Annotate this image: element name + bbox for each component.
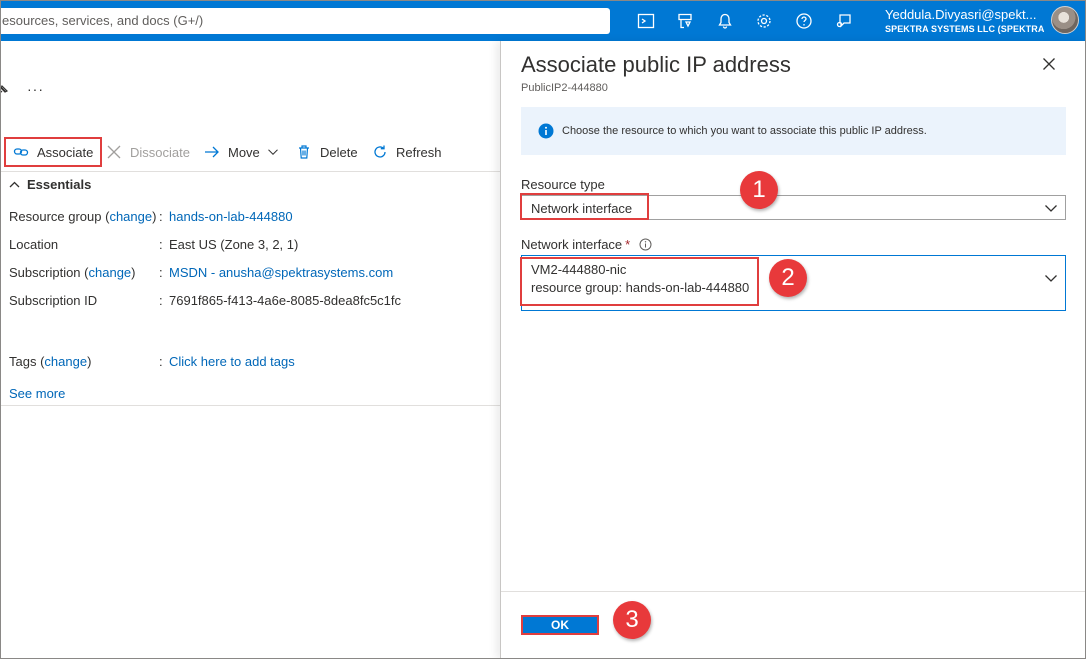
dissociate-button[interactable]: Dissociate [106,137,190,167]
subscription-id-label: Subscription ID [9,293,98,308]
tags-label: Tags [9,354,37,369]
resource-group-label: Resource group [9,209,102,224]
subscription-label: Subscription [9,265,81,280]
refresh-button[interactable]: Refresh [372,137,442,167]
trash-icon [299,145,309,159]
arrow-right-icon [205,146,219,158]
location-value: East US (Zone 3, 2, 1) [169,237,299,252]
resource-group-row: Resource group (change) : hands-on-lab-4… [9,209,293,224]
associate-button[interactable]: Associate [4,137,102,167]
chevron-down-icon [1045,205,1057,212]
chevron-down-icon [267,149,278,155]
divider [0,405,500,406]
refresh-label: Refresh [396,144,442,160]
refresh-icon [374,145,386,158]
delete-button[interactable]: Delete [296,137,358,167]
location-label: Location [9,237,59,252]
dissociate-label: Dissociate [130,144,190,160]
avatar[interactable] [1051,6,1079,34]
info-text: Choose the resource to which you want to… [562,125,927,137]
settings-icon[interactable] [751,8,777,34]
step-badge-1: 1 [740,171,778,209]
panel-subtitle: PublicIP2-444880 [521,82,608,94]
nic-label-text: Network interface [521,237,623,252]
feedback-icon[interactable] [831,8,857,34]
ok-button[interactable]: OK [521,615,599,635]
resource-group-value[interactable]: hands-on-lab-444880 [169,209,293,224]
divider [0,171,500,172]
move-label: Move [228,144,260,160]
user-name: Yeddula.Divyasri@spekt... [885,7,1037,22]
account-menu[interactable]: Yeddula.Divyasri@spekt... SPEKTRA SYSTEM… [885,6,1045,36]
resource-type-label: Resource type [521,177,605,192]
search-input[interactable]: esources, services, and docs (G+/) [0,8,610,34]
info-message: Choose the resource to which you want to… [521,107,1066,155]
public-ip-overview-blade: ··· Associate Dissociate Move Delete Ref… [0,41,500,659]
user-org: SPEKTRA SYSTEMS LLC (SPEKTRA... [885,24,1045,34]
required-marker: * [625,237,631,252]
help-icon[interactable] [791,8,817,34]
nic-value-name: VM2-444880-nic [531,262,627,277]
info-icon [538,123,554,139]
chevron-down-icon [1045,275,1057,282]
essentials-title: Essentials [27,177,92,192]
link-icon [13,148,29,156]
resource-type-value: Network interface [531,201,633,216]
subscription-id-value: 7691f865-f413-4a6e-8085-8dea8fc5c1fc [169,293,402,308]
notifications-icon[interactable] [712,8,738,34]
nic-value-resource-group: resource group: hands-on-lab-444880 [531,280,750,295]
essentials-toggle[interactable]: Essentials [9,177,91,192]
info-icon[interactable] [639,238,652,251]
tags-row: Tags (change) : Click here to add tags [9,354,295,369]
step-badge-2: 2 [769,259,807,297]
tags-change-link[interactable]: change [44,354,87,369]
close-icon[interactable] [1041,56,1057,72]
subscription-id-row: Subscription ID : 7691f865-f413-4a6e-808… [9,293,402,308]
subscription-change-link[interactable]: change [89,265,132,280]
resource-type-dropdown[interactable]: Network interface [521,195,1066,220]
location-row: Location : East US (Zone 3, 2, 1) [9,237,299,252]
more-options-button[interactable]: ··· [27,81,44,97]
see-more-link[interactable]: See more [9,386,65,401]
top-bar: esources, services, and docs (G+/) Yeddu… [0,0,1086,41]
subscription-row: Subscription (change) : MSDN - anusha@sp… [9,265,394,280]
delete-label: Delete [320,144,358,160]
footer-divider [501,591,1086,592]
nic-label: Network interface * [521,237,652,252]
move-button[interactable]: Move [204,137,279,167]
subscription-value[interactable]: MSDN - anusha@spektrasystems.com [169,265,393,280]
pin-icon[interactable] [0,83,10,97]
resource-group-change-link[interactable]: change [109,209,152,224]
associate-public-ip-panel: Associate public IP address PublicIP2-44… [500,41,1086,659]
step-badge-3: 3 [613,601,651,639]
command-bar: Associate Dissociate Move Delete Refresh [0,137,500,167]
directory-filter-icon[interactable] [672,8,698,34]
close-icon [107,145,121,159]
chevron-up-icon [9,181,20,188]
cloud-shell-icon[interactable] [633,8,659,34]
panel-title: Associate public IP address [521,52,791,77]
associate-label: Associate [37,144,94,160]
add-tags-link[interactable]: Click here to add tags [169,354,295,369]
